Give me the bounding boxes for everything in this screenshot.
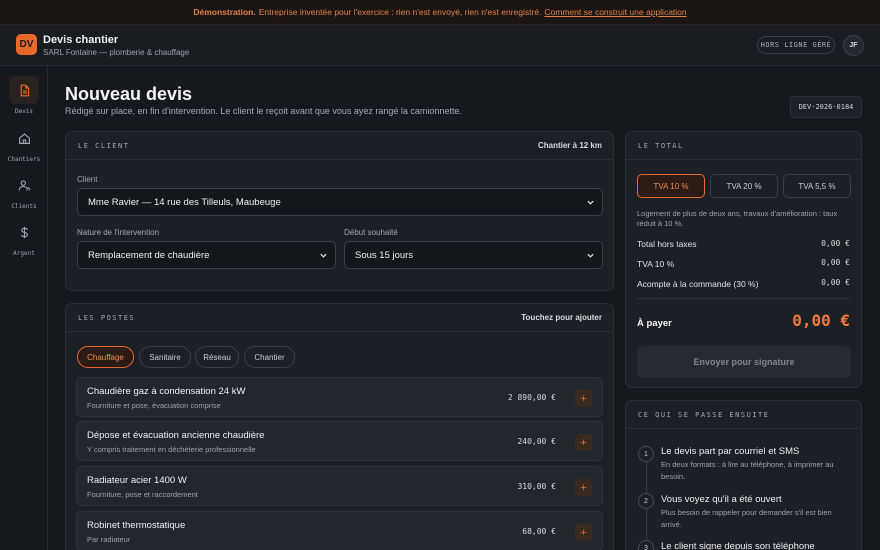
app-subtitle: SARL Fontaine — plomberie & chauffage (43, 48, 190, 57)
home-icon (9, 124, 39, 152)
deposit-value: 0,00 € (821, 278, 850, 287)
total-card: LE TOTAL TVA 10 % TVA 20 % TVA 5,5 % Log… (625, 131, 862, 388)
start-select[interactable]: Sous 15 jours (344, 241, 603, 269)
card-header: LES POSTES Touchez pour ajouter (66, 304, 613, 332)
banner-link[interactable]: Comment se construit une application (544, 7, 686, 17)
tva-20-button[interactable]: TVA 20 % (710, 174, 778, 198)
card-header: LE CLIENT Chantier à 12 km (66, 132, 613, 160)
total-ht-label: Total hors taxes (637, 239, 697, 249)
step-title: Le client signe depuis son téléphone (661, 541, 815, 550)
item-name: Dépose et évacuation ancienne chaudière (87, 430, 265, 441)
sidebar-item-label: Devis (14, 108, 34, 115)
nature-select[interactable]: Remplacement de chaudière (77, 241, 336, 269)
pay-label: À payer (637, 318, 672, 329)
users-icon (9, 171, 39, 199)
demo-banner: Démonstration. Entreprise inventée pour … (0, 0, 880, 25)
card-header: CE QUI SE PASSE ENSUITE (626, 401, 861, 429)
page-title: Nouveau devis (65, 84, 193, 104)
sidebar-item-label: Clients (11, 203, 37, 210)
plus-icon[interactable]: + (575, 479, 592, 496)
sidebar-item-label: Argent (13, 250, 35, 257)
distance-note: Chantier à 12 km (537, 141, 602, 150)
tva-10-button[interactable]: TVA 10 % (637, 174, 705, 198)
item-desc: Par radiateur (87, 535, 131, 544)
plus-icon[interactable]: + (575, 524, 592, 541)
item-name: Radiateur acier 1400 W (87, 475, 187, 486)
nature-label: Nature de l'intervention (77, 228, 160, 237)
next-steps-card: CE QUI SE PASSE ENSUITE 1 Le devis part … (625, 400, 862, 550)
line-item[interactable]: Dépose et évacuation ancienne chaudière … (76, 421, 603, 461)
nature-select-value: Remplacement de chaudière (88, 249, 210, 261)
sidebar-item-devis[interactable]: Devis (0, 76, 48, 115)
item-price: 310,00 € (517, 482, 556, 491)
add-hint: Touchez pour ajouter (521, 313, 602, 322)
start-select-value: Sous 15 jours (355, 249, 414, 261)
item-desc: Fourniture et pose, évacuation comprise (87, 401, 221, 410)
tva-label: TVA 10 % (637, 259, 675, 269)
item-price: 68,00 € (522, 527, 556, 536)
chip-reseau[interactable]: Réseau (195, 346, 239, 368)
pay-value: 0,00 € (792, 311, 850, 330)
item-desc: Fourniture, pose et raccordement (87, 490, 198, 499)
offline-status-pill[interactable]: HORS LIGNE GÉRÉ (757, 36, 835, 54)
plus-icon[interactable]: + (575, 434, 592, 451)
card-header: LE TOTAL (626, 132, 861, 160)
app-title: Devis chantier (43, 34, 119, 46)
item-desc: Y compris traitement en déchèterie profe… (87, 445, 256, 454)
dollar-icon (9, 218, 39, 246)
divider (637, 298, 850, 299)
sidebar-item-chantiers[interactable]: Chantiers (0, 124, 48, 163)
line-item[interactable]: Robinet thermostatique Par radiateur 68,… (76, 511, 603, 550)
card-title: LE TOTAL (638, 142, 684, 150)
client-select-value: Mme Ravier — 14 rue des Tilleuls, Maubeu… (88, 196, 281, 208)
client-select[interactable]: Mme Ravier — 14 rue des Tilleuls, Maubeu… (77, 188, 603, 216)
step-desc: Plus besoin de rappeler pour demander s'… (661, 508, 832, 529)
send-signature-button[interactable]: Envoyer pour signature (637, 346, 851, 378)
chip-sanitaire[interactable]: Sanitaire (139, 346, 191, 368)
start-label: Début souhaité (344, 228, 398, 237)
tva-value: 0,00 € (821, 258, 850, 267)
sidebar-item-argent[interactable]: Argent (0, 218, 48, 257)
tva-5-5-button[interactable]: TVA 5,5 % (783, 174, 851, 198)
card-title: CE QUI SE PASSE ENSUITE (638, 411, 770, 419)
chevron-down-icon (587, 200, 594, 205)
step-title: Le devis part par courriel et SMS (661, 446, 800, 457)
sidebar-item-label: Chantiers (7, 156, 41, 163)
line-item[interactable]: Chaudière gaz à condensation 24 kW Fourn… (76, 377, 603, 417)
deposit-label: Acompte à la commande (30 %) (637, 279, 759, 289)
chip-chantier[interactable]: Chantier (244, 346, 295, 368)
item-price: 2 890,00 € (507, 393, 556, 402)
quote-reference-badge: DEV-2026-0184 (790, 96, 862, 118)
tva-note: Logement de plus de deux ans, travaux d'… (637, 209, 838, 228)
document-icon (9, 76, 39, 104)
step-number: 1 (638, 446, 654, 462)
line-item[interactable]: Radiateur acier 1400 W Fourniture, pose … (76, 466, 603, 506)
client-label: Client (77, 175, 98, 184)
chevron-down-icon (320, 253, 327, 258)
item-name: Chaudière gaz à condensation 24 kW (87, 386, 246, 397)
postes-card: LES POSTES Touchez pour ajouter Chauffag… (65, 303, 614, 550)
step-number: 2 (638, 493, 654, 509)
card-title: LES POSTES (78, 314, 136, 322)
chevron-down-icon (587, 253, 594, 258)
sidebar: Devis Chantiers Clients Argent (0, 66, 48, 550)
app-header: DV Devis chantier SARL Fontaine — plombe… (0, 25, 880, 66)
user-avatar[interactable]: JF (843, 35, 864, 56)
banner-lead: Démonstration. (193, 7, 256, 17)
banner-text: Entreprise inventée pour l'exercice : ri… (258, 7, 542, 17)
sidebar-item-clients[interactable]: Clients (0, 171, 48, 210)
client-card: LE CLIENT Chantier à 12 km Client Mme Ra… (65, 131, 614, 291)
step-title: Vous voyez qu'il a été ouvert (661, 494, 782, 505)
item-price: 240,00 € (517, 437, 556, 446)
chip-chauffage[interactable]: Chauffage (77, 346, 134, 368)
step-number: 3 (638, 540, 654, 550)
step-desc: En deux formats : à lire au téléphone, à… (661, 460, 834, 481)
card-title: LE CLIENT (78, 142, 130, 150)
page-subtitle: Rédigé sur place, en fin d'intervention.… (65, 106, 462, 116)
plus-icon[interactable]: + (575, 390, 592, 407)
item-name: Robinet thermostatique (87, 520, 186, 531)
total-ht-value: 0,00 € (821, 239, 850, 248)
app-logo: DV (16, 34, 37, 55)
